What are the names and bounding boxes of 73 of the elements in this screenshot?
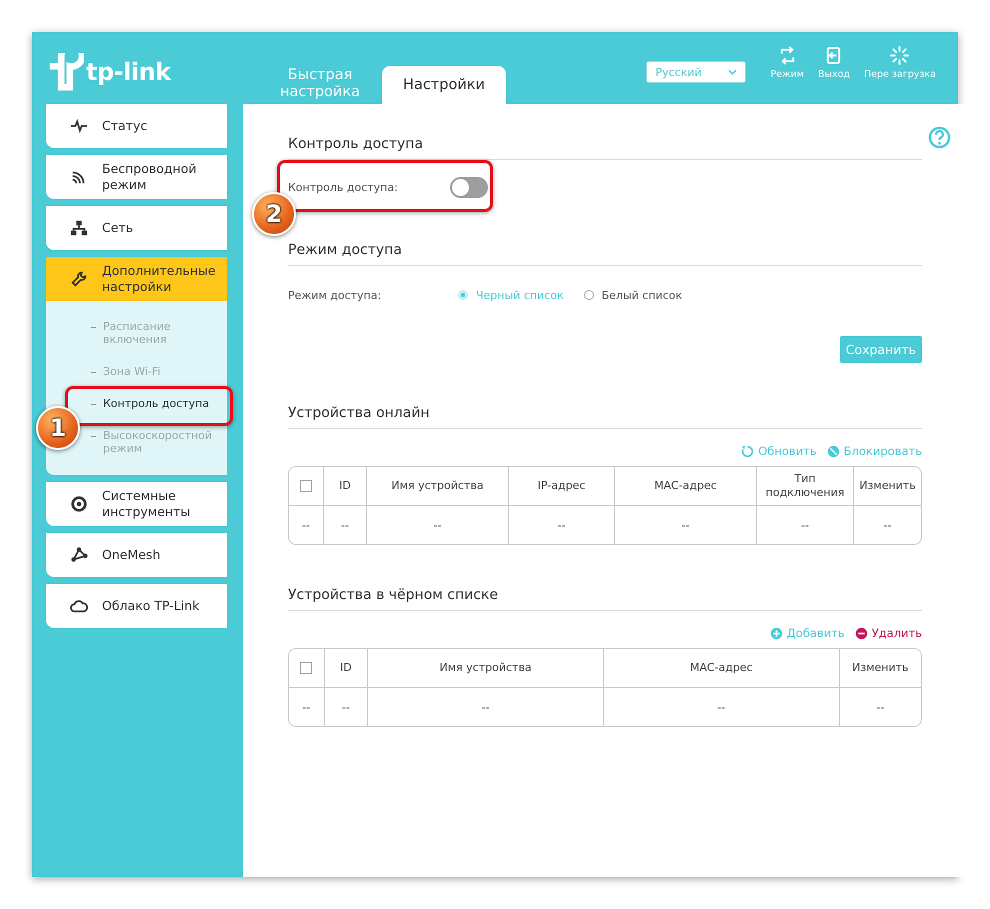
radio-option[interactable]: Белый список: [584, 288, 682, 302]
dash-icon: [91, 436, 96, 437]
remove-icon: [854, 626, 868, 640]
cloud-icon: [70, 597, 88, 615]
section-title: Устройства в чёрном списке: [288, 545, 922, 611]
action-link[interactable]: Добавить: [770, 626, 845, 640]
table-cell: --: [884, 518, 892, 532]
column-header: Изменить: [852, 661, 909, 674]
save-button[interactable]: Сохранить: [840, 336, 922, 363]
radio-option[interactable]: Черный список: [458, 288, 564, 302]
table-cell: --: [342, 700, 350, 714]
field-label: Режим доступа:: [288, 288, 382, 302]
sidebar-item[interactable]: Системные инструменты: [46, 482, 227, 526]
section-title: Режим доступа: [288, 212, 922, 266]
caret-icon: [728, 69, 738, 75]
block-icon: [826, 444, 840, 458]
tab[interactable]: Быстрая настройка: [270, 67, 370, 104]
help-icon[interactable]: [928, 126, 951, 149]
language-select[interactable]: Русский: [646, 61, 746, 83]
sidebar-item[interactable]: OneMesh: [46, 533, 227, 577]
dash-icon: [91, 372, 96, 373]
field-label: Контроль доступа:: [288, 180, 398, 194]
pulse-icon: [70, 117, 88, 135]
wrench-icon: [70, 270, 88, 288]
header-tool-button[interactable]: Пере загрузка: [860, 46, 940, 80]
dash-icon: [91, 327, 96, 328]
sidebar-item[interactable]: Дополнительные настройки: [46, 257, 227, 301]
checkbox[interactable]: [300, 662, 312, 674]
table-cell: --: [558, 518, 566, 532]
action-link[interactable]: Обновить: [741, 444, 817, 458]
tab[interactable]: Настройки: [382, 66, 506, 104]
gear-icon: [70, 495, 88, 513]
add-icon: [770, 626, 783, 640]
column-header: ID: [339, 479, 351, 492]
dash-icon: [91, 404, 96, 405]
checkbox[interactable]: [300, 480, 312, 492]
table-cell: --: [434, 518, 442, 532]
column-header: Имя устройства: [440, 661, 532, 674]
refresh-icon: [741, 444, 754, 458]
action-link[interactable]: Удалить: [854, 626, 922, 640]
column-header: ID: [340, 661, 352, 674]
column-header: IP-адрес: [538, 479, 586, 492]
table-cell: --: [302, 518, 310, 532]
network-icon: [70, 219, 88, 237]
submenu-item[interactable]: Зона Wi-Fi: [46, 365, 221, 378]
submenu-item[interactable]: Расписание включения: [46, 320, 221, 346]
column-header: Тип подключения: [766, 472, 844, 499]
table-cell: --: [682, 518, 690, 532]
table-cell: --: [341, 518, 349, 532]
sidebar-item[interactable]: Облако TP-Link: [46, 584, 227, 628]
table-cell: --: [801, 518, 809, 532]
toggle-switch[interactable]: [450, 176, 488, 198]
step-badge: 2: [252, 192, 296, 236]
mesh-icon: [70, 546, 88, 564]
table-cell: --: [302, 700, 310, 714]
logo: tp-link: [46, 53, 176, 91]
reboot-icon: [890, 46, 910, 65]
header-tool-button[interactable]: Режим: [766, 46, 808, 80]
section-title: Устройства онлайн: [288, 363, 922, 429]
table-cell: --: [717, 700, 726, 714]
sidebar-item[interactable]: Статус: [46, 104, 227, 148]
column-header: MAC-адрес: [690, 661, 753, 674]
step-badge: 1: [36, 406, 80, 450]
column-header: Имя устройства: [391, 479, 484, 492]
sidebar-item[interactable]: Сеть: [46, 206, 227, 250]
table-cell: --: [876, 700, 884, 714]
table-cell: --: [482, 700, 490, 714]
column-header: Изменить: [859, 479, 916, 492]
column-header: MAC-адрес: [654, 479, 717, 492]
action-link[interactable]: Блокировать: [826, 444, 922, 458]
header-tool-button[interactable]: Выход: [814, 46, 854, 80]
section-title: Контроль доступа: [288, 104, 922, 160]
sidebar-item[interactable]: Беспроводной режим: [46, 155, 227, 199]
